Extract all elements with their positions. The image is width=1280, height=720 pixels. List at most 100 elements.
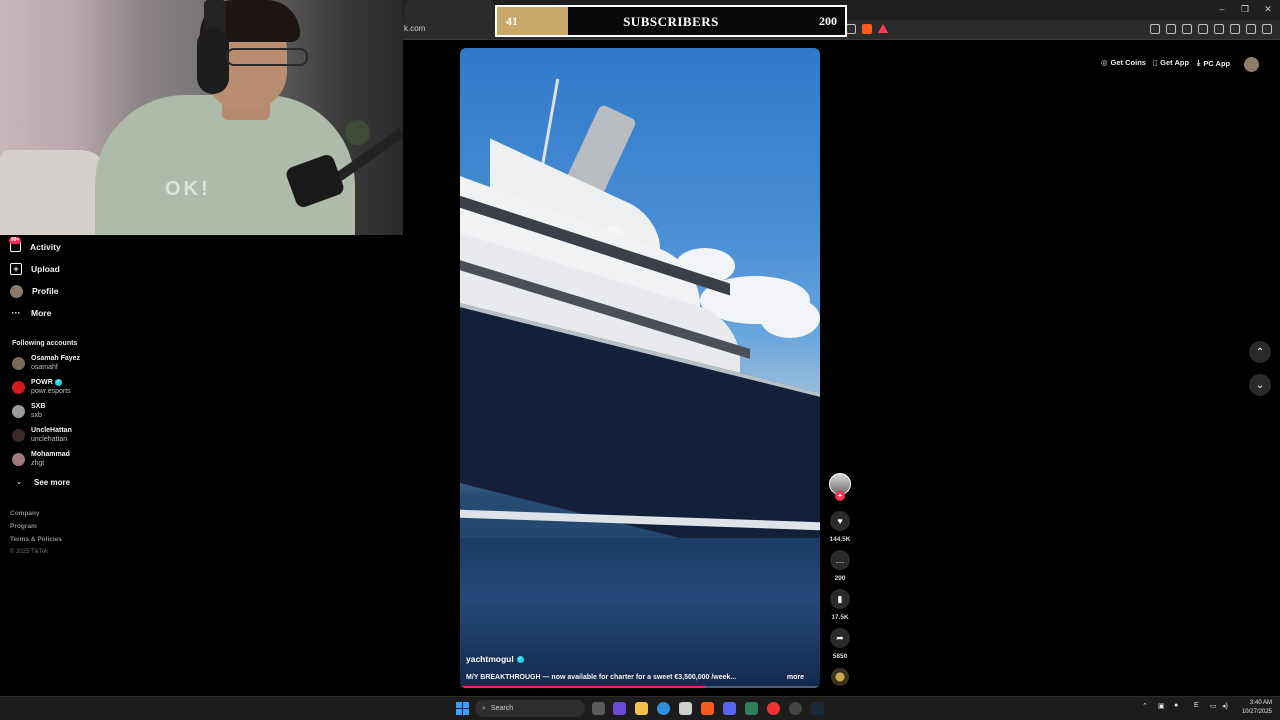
brave-shields-icon[interactable] [862,24,872,34]
following-account[interactable]: UncleHattan unclehattan [12,426,72,444]
brave-icon[interactable] [701,702,714,715]
activity-badge: 99+ [9,237,22,244]
clock-date: 10/27/2025 [1241,709,1272,715]
sidebar-item-profile[interactable]: Profile [10,283,58,299]
close-window-button[interactable]: ✕ [1258,4,1278,15]
subscriber-goal-bar: 41 SUBSCRIBERS 200 [495,5,847,37]
footer-link-company[interactable]: Company [10,510,40,517]
vpn-icon[interactable] [1246,24,1256,34]
volume-icon[interactable]: ◂) [1222,702,1228,710]
previous-video-button[interactable]: ⌃ [1249,341,1271,363]
discord-icon[interactable] [723,702,736,715]
chevron-down-icon: ⌄ [16,479,22,486]
coin-icon: ◎ [1101,58,1108,67]
search-icon: ⌕ [482,704,486,712]
avatar [12,453,25,466]
share-arrow-icon: ➦ [836,632,844,643]
restore-button[interactable]: ❐ [1235,4,1255,15]
music-disc-icon[interactable] [831,668,849,686]
following-account[interactable]: Mohammad zhgt [12,450,70,468]
chevron-down-icon: ⌄ [1255,379,1265,391]
steam-icon[interactable] [811,702,824,715]
sidebar-item-upload[interactable]: + Upload [10,261,60,277]
terminal-icon[interactable] [745,702,758,715]
account-name: Osamah Fayez [31,355,81,362]
save-button[interactable]: ▮ [830,589,850,609]
pc-app-label: PC App [1203,58,1231,68]
taskbar-search[interactable]: ⌕ Search [475,700,585,717]
verified-badge-icon: ✓ [516,655,524,663]
next-video-button[interactable]: ⌄ [1249,374,1271,396]
minimize-button[interactable]: – [1212,4,1232,14]
subscriber-label: SUBSCRIBERS [623,14,719,29]
tray-app-icon[interactable]: ▣ [1158,702,1165,710]
following-account[interactable]: POWR ✓ powr.esports [12,378,71,396]
music-icon[interactable] [1182,24,1192,34]
language-indicator[interactable]: E [1194,702,1199,709]
video-author[interactable]: yachtmogul ✓ [466,654,524,664]
following-account[interactable]: SXB sxb [12,402,45,420]
sidebar-item-label: Profile [32,286,59,296]
account-handle: sxb [31,412,42,419]
menu-icon[interactable] [1262,24,1272,34]
footer-link-terms[interactable]: Terms & Policies [10,536,62,543]
sidebar-item-activity[interactable]: 99+ Activity [9,237,61,255]
network-icon[interactable]: ▭ [1210,702,1217,710]
footer-link-program[interactable]: Program [10,523,37,530]
plus-square-icon: + [10,263,22,275]
sidebar-item-label: Upload [31,264,60,274]
video-progress-bar[interactable] [460,686,820,688]
comment-icon: … [835,555,845,565]
url-text[interactable]: k.com [404,24,425,33]
profile-avatar [10,284,23,298]
following-accounts-title: Following accounts [12,340,78,347]
save-count: 17.5K [831,614,849,621]
copilot-icon[interactable] [613,702,626,715]
sidebar-item-label: Activity [30,242,61,252]
start-button[interactable] [456,702,469,715]
video-player[interactable]: yachtmogul ✓ M/Y BREAKTHROUGH — now avai… [460,48,820,688]
wallet-icon[interactable] [1214,24,1224,34]
account-name: Mohammad [31,451,70,458]
video-caption: M/Y BREAKTHROUGH — now available for cha… [466,674,737,681]
file-explorer-icon[interactable] [635,702,648,715]
webcam-plant [345,120,370,145]
inbox-icon: 99+ [9,237,22,252]
get-coins-button[interactable]: ◎ Get Coins [1101,58,1146,67]
screenshot-icon[interactable] [1166,24,1176,34]
follow-plus-icon[interactable]: + [835,491,845,501]
avatar [12,381,25,394]
task-view-icon[interactable] [592,702,605,715]
caption-more-button[interactable]: more [787,674,804,681]
tray-mic-icon[interactable]: ● [1174,702,1178,709]
sidebar-item-more[interactable]: ··· More [10,305,52,321]
comment-button[interactable]: … [830,550,850,570]
sidebar-item-label: More [31,308,52,318]
comment-count: 290 [834,575,846,582]
share-button[interactable]: ➦ [830,628,850,648]
extensions-icon[interactable] [1150,24,1160,34]
see-more-button[interactable]: ⌄ See more [13,474,70,490]
following-account[interactable]: Osamah Fayez osamahf [12,354,80,372]
browser-tab[interactable] [404,0,494,20]
sidebar-icon[interactable] [1198,24,1208,34]
edge-icon[interactable] [657,702,670,715]
brave-rewards-icon[interactable] [878,24,888,33]
tray-overflow-icon[interactable]: ⌃ [1142,702,1148,710]
get-app-button[interactable]: ▯ Get App [1153,58,1189,67]
like-button[interactable]: ♥ [830,511,850,531]
pc-app-button[interactable]: ⤓ PC App [1197,58,1230,68]
user-avatar[interactable] [1244,57,1259,72]
store-icon[interactable] [679,702,692,715]
obs-icon[interactable] [767,702,780,715]
threads-icon[interactable] [789,702,802,715]
see-more-label: See more [34,477,71,487]
author-name: yachtmogul [466,654,514,664]
search-placeholder: Search [490,705,514,712]
taskbar-clock[interactable]: 3:40 AM 10/27/2025 [1242,699,1272,717]
sea-water [460,538,820,688]
leo-ai-icon[interactable] [1230,24,1240,34]
share-icon[interactable] [846,24,856,34]
webcam-overlay: OK! [0,0,403,235]
copyright: © 2025 TikTok [10,549,49,555]
